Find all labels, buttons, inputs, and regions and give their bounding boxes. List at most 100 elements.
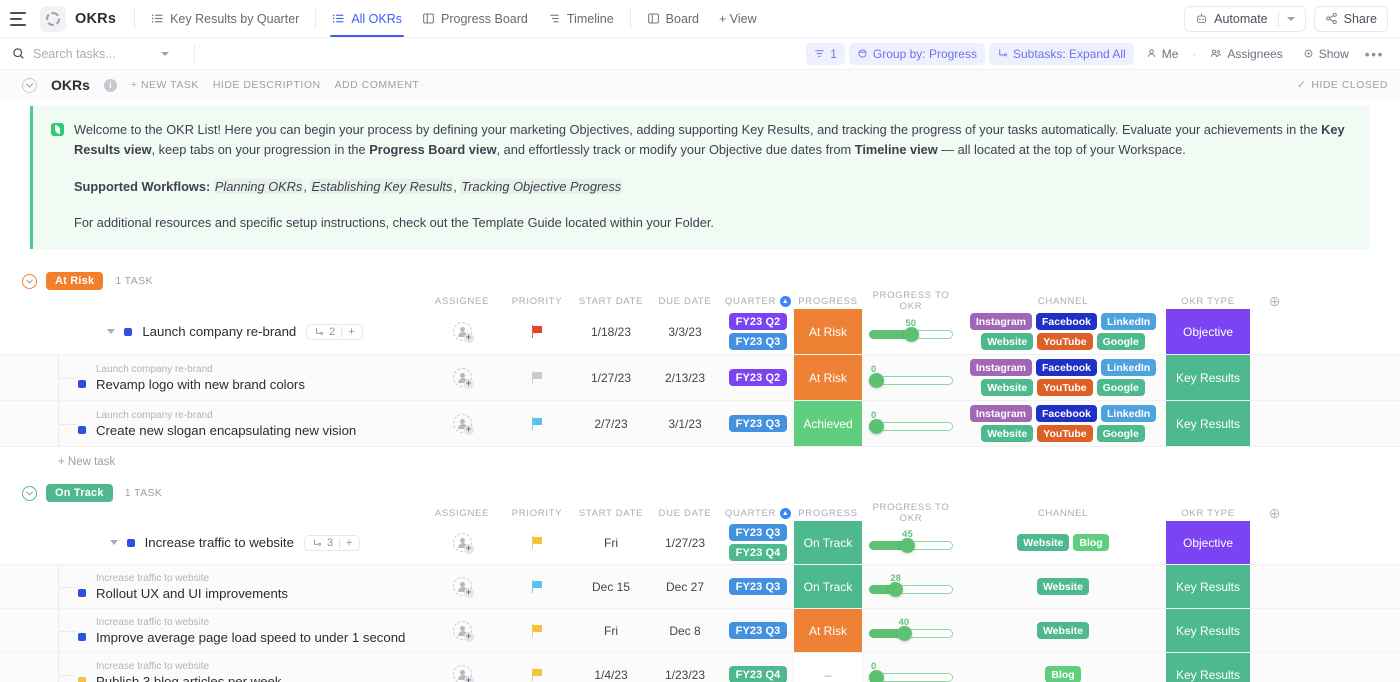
progress-status-cell[interactable]: On Track <box>794 521 862 564</box>
priority-cell[interactable] <box>500 565 574 608</box>
channel-cell[interactable]: InstagramFacebookLinkedInWebsiteYouTubeG… <box>960 309 1166 354</box>
assignee-avatar-add[interactable]: + <box>453 577 472 596</box>
priority-flag-icon[interactable] <box>532 325 543 338</box>
due-date-cell[interactable]: Dec 8 <box>648 609 722 652</box>
group-status-badge[interactable]: At Risk <box>46 272 103 290</box>
subtask-count-badge[interactable]: 3|+ <box>304 535 360 551</box>
start-date-cell[interactable]: 2/7/23 <box>574 401 648 446</box>
subtask-count-badge[interactable]: 2|+ <box>306 324 362 340</box>
progress-status-cell[interactable]: At Risk <box>794 355 862 400</box>
progress-to-okr-cell[interactable]: 28 <box>862 565 960 608</box>
priority-flag-icon[interactable] <box>532 624 543 637</box>
progress-to-okr-cell[interactable]: 45 <box>862 521 960 564</box>
add-subtask-icon[interactable]: + <box>348 326 354 338</box>
okr-progress-slider[interactable]: 0 <box>869 413 953 435</box>
channel-tag[interactable]: Facebook <box>1036 359 1097 376</box>
assignee-cell[interactable]: + <box>424 355 500 400</box>
priority-cell[interactable] <box>500 309 574 354</box>
show-filter[interactable]: Show <box>1295 43 1357 65</box>
start-date-cell[interactable]: 1/27/23 <box>574 355 648 400</box>
priority-flag-icon[interactable] <box>532 417 543 430</box>
channel-tag[interactable]: Website <box>981 333 1033 350</box>
progress-to-okr-cell[interactable]: 0 <box>862 653 960 682</box>
okr-progress-slider[interactable]: 50 <box>869 321 953 343</box>
channel-tag[interactable]: LinkedIn <box>1101 359 1156 376</box>
quarter-tag[interactable]: FY23 Q3 <box>729 622 788 639</box>
channel-tag[interactable]: Google <box>1097 379 1145 396</box>
channel-tag[interactable]: Instagram <box>970 405 1032 422</box>
expand-task-icon[interactable] <box>110 540 118 545</box>
quarter-cell[interactable]: FY23 Q3FY23 Q4 <box>722 521 794 564</box>
quarter-tag[interactable]: FY23 Q3 <box>729 333 788 350</box>
new-task-button[interactable]: + NEW TASK <box>131 79 199 91</box>
assignee-avatar-add[interactable]: + <box>453 665 472 682</box>
quarter-cell[interactable]: FY23 Q3 <box>722 401 794 446</box>
expand-task-icon[interactable] <box>107 329 115 334</box>
assignee-avatar-add[interactable]: + <box>453 368 472 387</box>
status-dot-icon[interactable] <box>127 539 135 547</box>
quarter-tag[interactable]: FY23 Q4 <box>729 666 788 682</box>
okr-type-cell[interactable]: Key Results <box>1166 401 1250 446</box>
quarter-cell[interactable]: FY23 Q4 <box>722 653 794 682</box>
channel-cell[interactable]: Blog <box>960 653 1166 682</box>
okr-progress-slider[interactable]: 0 <box>869 367 953 389</box>
okr-type-cell[interactable]: Key Results <box>1166 565 1250 608</box>
table-row[interactable]: Launch company re-brandRevamp logo with … <box>0 355 1400 401</box>
progress-to-okr-cell[interactable]: 50 <box>862 309 960 354</box>
channel-tag[interactable]: YouTube <box>1037 379 1092 396</box>
quarter-cell[interactable]: FY23 Q3 <box>722 609 794 652</box>
okr-type-cell[interactable]: Key Results <box>1166 609 1250 652</box>
assignee-cell[interactable]: + <box>424 401 500 446</box>
add-column-button[interactable]: ⊕ <box>1250 293 1300 310</box>
okr-progress-slider[interactable]: 28 <box>869 576 953 598</box>
channel-tag[interactable]: Website <box>981 425 1033 442</box>
quarter-tag[interactable]: FY23 Q3 <box>729 524 788 541</box>
quarter-cell[interactable]: FY23 Q3 <box>722 565 794 608</box>
priority-flag-icon[interactable] <box>532 536 543 549</box>
priority-cell[interactable] <box>500 401 574 446</box>
slider-knob[interactable] <box>904 327 919 342</box>
tab-timeline[interactable]: Timeline <box>538 0 624 37</box>
okr-progress-slider[interactable]: 0 <box>869 664 953 682</box>
more-options-icon[interactable]: ••• <box>1361 46 1388 62</box>
start-date-cell[interactable]: Fri <box>574 521 648 564</box>
me-filter[interactable]: Me <box>1138 43 1187 65</box>
priority-flag-icon[interactable] <box>532 580 543 593</box>
tab-key-results-by-quarter[interactable]: Key Results by Quarter <box>141 0 309 37</box>
start-date-cell[interactable]: 1/18/23 <box>574 309 648 354</box>
chevron-down-icon[interactable] <box>1287 17 1295 21</box>
status-dot-icon[interactable] <box>78 633 86 641</box>
channel-tag[interactable]: Website <box>981 379 1033 396</box>
priority-cell[interactable] <box>500 653 574 682</box>
okr-progress-slider[interactable]: 45 <box>869 532 953 554</box>
channel-tag[interactable]: Facebook <box>1036 405 1097 422</box>
channel-tag[interactable]: Website <box>1017 534 1069 551</box>
list-avatar-icon[interactable] <box>40 6 66 32</box>
channel-tag[interactable]: Blog <box>1045 666 1080 682</box>
channel-tag[interactable]: YouTube <box>1037 333 1092 350</box>
assignee-cell[interactable]: + <box>424 521 500 564</box>
status-dot-icon[interactable] <box>78 677 86 682</box>
share-button[interactable]: Share <box>1314 6 1388 32</box>
due-date-cell[interactable]: 2/13/23 <box>648 355 722 400</box>
channel-cell[interactable]: Website <box>960 565 1166 608</box>
start-date-cell[interactable]: 1/4/23 <box>574 653 648 682</box>
automate-button[interactable]: Automate <box>1184 6 1306 32</box>
table-row[interactable]: Increase traffic to websiteImprove avera… <box>0 609 1400 653</box>
channel-cell[interactable]: InstagramFacebookLinkedInWebsiteYouTubeG… <box>960 401 1166 446</box>
progress-to-okr-cell[interactable]: 0 <box>862 401 960 446</box>
collapse-list-icon[interactable] <box>22 78 37 93</box>
due-date-cell[interactable]: 1/27/23 <box>648 521 722 564</box>
task-name-cell[interactable]: Increase traffic to website3|+ <box>0 521 424 564</box>
info-icon[interactable]: i <box>104 79 117 92</box>
assignee-avatar-add[interactable]: + <box>453 621 472 640</box>
status-dot-icon[interactable] <box>78 380 86 388</box>
okr-progress-slider[interactable]: 40 <box>869 620 953 642</box>
status-dot-icon[interactable] <box>124 328 132 336</box>
table-row[interactable]: Increase traffic to website3|++ Fri1/27/2… <box>0 521 1400 565</box>
assignee-cell[interactable]: + <box>424 309 500 354</box>
slider-knob[interactable] <box>888 582 903 597</box>
collapse-group-icon[interactable] <box>22 486 37 501</box>
task-name-cell[interactable]: Increase traffic to websitePublish 3 blo… <box>0 653 424 682</box>
channel-tag[interactable]: Website <box>1037 578 1089 595</box>
